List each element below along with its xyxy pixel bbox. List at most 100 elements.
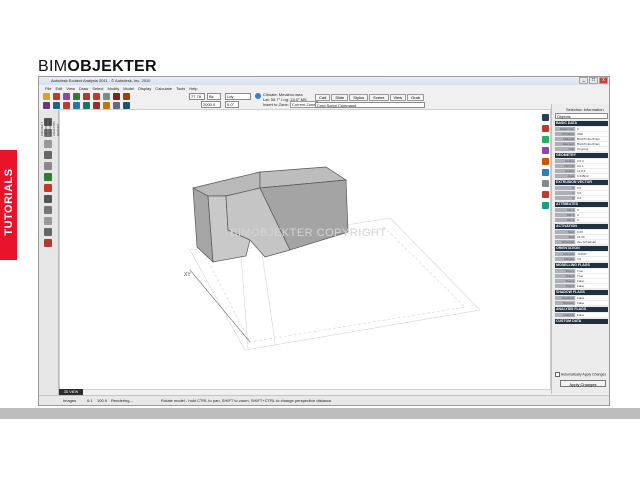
zoom-icon[interactable] <box>63 102 70 109</box>
section-header-geometry[interactable]: GEOMETRY <box>555 153 608 158</box>
cut-icon[interactable] <box>93 93 100 100</box>
menu-item-modify[interactable]: Modify <box>107 86 119 91</box>
unit-field[interactable]: Bk <box>207 93 221 100</box>
draw-tool-4-icon[interactable] <box>44 151 52 159</box>
panel-tool-5-icon[interactable] <box>542 158 549 165</box>
draw-tool-7-icon[interactable] <box>44 184 52 192</box>
menu-item-draw[interactable]: Draw <box>79 86 88 91</box>
property-value[interactable]: False <box>576 279 608 283</box>
property-value[interactable]: 0,0,1 <box>576 164 608 168</box>
offset-field[interactable]: 2000.0 <box>201 101 221 108</box>
menu-item-select[interactable]: Select <box>92 86 103 91</box>
panel-tool-9-icon[interactable] <box>542 202 549 209</box>
redo-icon[interactable] <box>43 102 50 109</box>
property-value[interactable]: 0 <box>576 127 608 131</box>
property-value[interactable]: 0,0,0 <box>576 159 608 163</box>
building-model[interactable] <box>192 166 349 263</box>
snap-icon[interactable] <box>93 102 100 109</box>
undo-icon[interactable] <box>123 93 130 100</box>
layer-select[interactable]: Ldy <box>225 93 251 100</box>
property-value[interactable]: 0 <box>576 218 608 222</box>
property-value[interactable]: 0.0 <box>576 186 608 190</box>
minimize-button[interactable]: _ <box>579 77 588 84</box>
property-value[interactable]: BrickTimberFram <box>576 142 608 146</box>
tab-scene[interactable]: Scene <box>369 94 389 101</box>
light-icon[interactable] <box>103 102 110 109</box>
property-value[interactable]: False <box>576 301 608 305</box>
property-value[interactable]: (No Schedule) <box>576 240 608 244</box>
selection-dropdown[interactable]: Objects <box>555 113 608 119</box>
delete-icon[interactable] <box>83 93 90 100</box>
menu-item-display[interactable]: Display <box>138 86 151 91</box>
property-value[interactable]: 0 <box>576 213 608 217</box>
property-value[interactable]: BrickTimberFram <box>576 137 608 141</box>
print-icon[interactable] <box>63 93 70 100</box>
menu-item-edit[interactable]: Edit <box>55 86 62 91</box>
pan-icon[interactable] <box>73 102 80 109</box>
property-value[interactable]: Ongoing <box>576 147 608 151</box>
save-icon[interactable] <box>53 93 60 100</box>
section-header-extrusion-vector[interactable]: EXTRUSION VECTOR <box>555 180 608 185</box>
panel-tool-1-icon[interactable] <box>542 114 549 121</box>
property-value[interactable]: True <box>576 274 608 278</box>
menu-item-model[interactable]: Model <box>123 86 134 91</box>
property-value[interactable]: 12,8,3 <box>576 169 608 173</box>
property-value[interactable]: 0.0 <box>576 191 608 195</box>
3d-viewport[interactable]: XY BIMOBJEKTER COPYRIGHT <box>59 109 551 390</box>
3d-view-tab[interactable]: 3D VIEW <box>59 389 83 395</box>
draw-tool-9-icon[interactable] <box>44 206 52 214</box>
section-header-activation[interactable]: ACTIVATION <box>555 224 608 229</box>
section-header-analysis-flags[interactable]: ANALYSIS FLAGS <box>555 307 608 312</box>
property-value[interactable]: -0.000° <box>576 252 608 256</box>
help-icon[interactable] <box>123 102 130 109</box>
draw-tool-12-icon[interactable] <box>44 239 52 247</box>
menu-item-help[interactable]: Help <box>189 86 197 91</box>
paste-icon[interactable] <box>113 93 120 100</box>
section-header-attributes[interactable]: ATTRIBUTES <box>555 202 608 207</box>
open-icon[interactable] <box>43 93 50 100</box>
property-value[interactable]: False <box>576 296 608 300</box>
property-value[interactable]: 0.448m2 <box>576 174 608 178</box>
draw-tool-10-icon[interactable] <box>44 217 52 225</box>
menu-item-view[interactable]: View <box>66 86 75 91</box>
property-value[interactable]: False <box>576 313 608 317</box>
tab-stylus[interactable]: Stylus <box>349 94 369 101</box>
panel-tool-3-icon[interactable] <box>542 136 549 143</box>
section-header-modelling-flags[interactable]: MODELLING FLAGS <box>555 263 608 268</box>
draw-tool-3-icon[interactable] <box>44 140 52 148</box>
property-value[interactable]: True <box>576 269 608 273</box>
new-zone-icon[interactable] <box>73 93 80 100</box>
property-value[interactable]: Wall <box>576 132 608 136</box>
section-header-custom-data[interactable]: CUSTOM DATA <box>555 319 608 324</box>
panel-tool-2-icon[interactable] <box>542 125 549 132</box>
menu-item-tools[interactable]: Tools <box>176 86 185 91</box>
grid-icon[interactable] <box>83 102 90 109</box>
panel-tool-6-icon[interactable] <box>542 169 549 176</box>
panel-tool-7-icon[interactable] <box>542 180 549 187</box>
property-value[interactable]: 0.00 <box>576 230 608 234</box>
section-header-orientation[interactable]: ORIENTATION <box>555 246 608 251</box>
script-command-field[interactable]: Cmd Script Command <box>315 102 425 108</box>
globe-icon[interactable] <box>255 93 261 99</box>
close-button[interactable]: x <box>599 77 608 84</box>
auto-apply-checkbox[interactable]: Automatically Apply Changes <box>555 372 606 377</box>
copy-icon[interactable] <box>103 93 110 100</box>
zoom-field[interactable]: 77.78 <box>189 93 205 100</box>
property-value[interactable]: 0.0 <box>576 196 608 200</box>
tab-cad[interactable]: Cad <box>315 94 331 101</box>
property-value[interactable]: 0 <box>576 208 608 212</box>
rotate-icon[interactable] <box>53 102 60 109</box>
zone-select[interactable]: Current Zone <box>289 101 318 108</box>
model-canvas[interactable]: XY BIMOBJEKTER COPYRIGHT <box>60 110 550 389</box>
apply-changes-button[interactable]: Apply Changes <box>560 380 606 387</box>
draw-tool-8-icon[interactable] <box>44 195 52 203</box>
section-header-basic-data[interactable]: BASIC DATA <box>555 121 608 126</box>
maximize-button[interactable]: □ <box>589 77 598 84</box>
panel-tool-4-icon[interactable] <box>542 147 549 154</box>
draw-tool-6-icon[interactable] <box>44 173 52 181</box>
draw-tool-5-icon[interactable] <box>44 162 52 170</box>
menu-item-file[interactable]: File <box>45 86 51 91</box>
property-value[interactable]: False <box>576 284 608 288</box>
angle-field[interactable]: 0.0° <box>225 101 239 108</box>
tab-slide[interactable]: Slide <box>331 94 349 101</box>
